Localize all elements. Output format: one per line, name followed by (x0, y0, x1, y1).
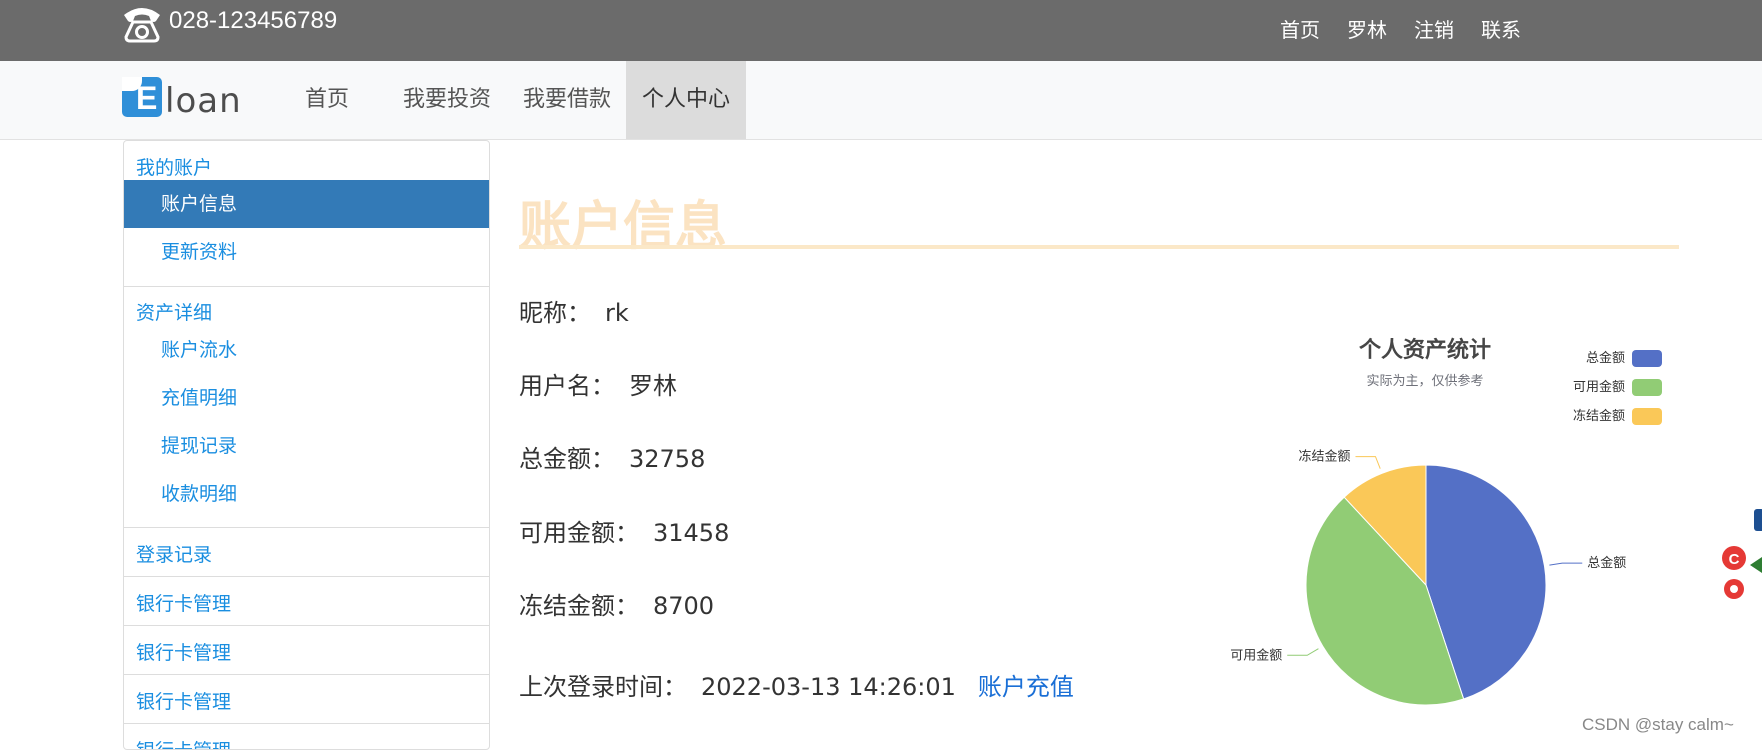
total-label: 总金额： (519, 445, 615, 473)
side-decoration-icon: C (1722, 509, 1762, 599)
svg-text:C: C (1729, 551, 1740, 568)
last-login-value: 2022-03-13 14:26:01 (701, 673, 956, 701)
sidebar-item-bank-card[interactable]: 银行卡管理 (124, 580, 489, 628)
nav-home[interactable]: 首页 (297, 61, 357, 139)
legend-label: 冻结金额 (1573, 408, 1625, 424)
legend-label: 可用金额 (1573, 379, 1625, 395)
available-value: 31458 (653, 519, 730, 547)
top-link-user[interactable]: 罗林 (1347, 14, 1387, 43)
top-links: 首页 罗林 注销 联系 (1280, 14, 1548, 43)
pie-label-line (1355, 456, 1381, 469)
sidebar-item-recharge-detail[interactable]: 充值明细 (124, 374, 489, 422)
top-link-logout[interactable]: 注销 (1414, 14, 1454, 43)
info-username: 用户名： 罗林 (519, 366, 677, 401)
legend-label: 总金额 (1586, 350, 1625, 366)
sidebar-divider (124, 625, 489, 626)
sidebar-item-account-flow[interactable]: 账户流水 (124, 326, 489, 374)
phone-number: 028-123456789 (169, 7, 338, 34)
sidebar-item-login-record[interactable]: 登录记录 (124, 531, 489, 579)
legend-swatch[interactable] (1632, 408, 1662, 425)
sidebar-item-receipt-detail[interactable]: 收款明细 (124, 470, 489, 518)
title-underline (519, 245, 1679, 249)
sidebar: 我的账户 账户信息 更新资料 资产详细 账户流水 充值明细 提现记录 收款明细 … (123, 140, 490, 750)
info-nickname: 昵称： rk (519, 293, 629, 328)
chart-subtitle: 实际为主，仅供参考 (1366, 373, 1483, 389)
username-value: 罗林 (629, 372, 677, 400)
nickname-value: rk (605, 299, 629, 327)
pie-slice-label: 冻结金额 (1298, 449, 1350, 465)
chart-title: 个人资产统计 (1359, 337, 1491, 363)
sidebar-divider (124, 286, 489, 287)
last-login-label: 上次登录时间： (519, 673, 687, 701)
pie-slice-label: 可用金额 (1230, 647, 1282, 663)
main-navbar: E loan 首页 我要投资 我要借款 个人中心 (0, 61, 1762, 140)
top-link-contact[interactable]: 联系 (1481, 14, 1521, 43)
nav-personal-center[interactable]: 个人中心 (626, 61, 746, 139)
frozen-value: 8700 (653, 592, 715, 620)
chart-legend: 总金额可用金额冻结金额 (1573, 350, 1662, 425)
phone-icon (124, 8, 160, 43)
sidebar-item-bank-card[interactable]: 银行卡管理 (124, 678, 489, 726)
sidebar-item-bank-card[interactable]: 银行卡管理 (124, 727, 489, 749)
sidebar-divider (124, 576, 489, 577)
csdn-watermark: CSDN @stay calm~ (1582, 715, 1734, 734)
sidebar-item-update-profile[interactable]: 更新资料 (124, 228, 489, 276)
sidebar-head-assets[interactable]: 资产详细 (136, 298, 212, 325)
pie-label-line (1549, 562, 1583, 566)
recharge-link[interactable]: 账户充值 (978, 673, 1074, 701)
legend-swatch[interactable] (1632, 379, 1662, 396)
nav-invest[interactable]: 我要投资 (400, 61, 494, 139)
available-label: 可用金额： (519, 519, 639, 547)
sidebar-divider (124, 723, 489, 724)
nickname-label: 昵称： (519, 299, 591, 327)
pie-slice-label: 总金额 (1587, 555, 1626, 571)
top-link-home[interactable]: 首页 (1280, 14, 1320, 43)
sidebar-item-withdraw-record[interactable]: 提现记录 (124, 422, 489, 470)
info-total: 总金额： 32758 (519, 439, 705, 474)
sidebar-divider (124, 674, 489, 675)
info-last-login: 上次登录时间： 2022-03-13 14:26:01 账户充值 (519, 667, 1074, 702)
sidebar-head-my-account[interactable]: 我的账户 (136, 153, 212, 180)
nav-borrow[interactable]: 我要借款 (520, 61, 614, 139)
info-available: 可用金额： 31458 (519, 513, 729, 548)
sidebar-item-account-info[interactable]: 账户信息 (124, 180, 489, 228)
sidebar-item-bank-card[interactable]: 银行卡管理 (124, 629, 489, 677)
username-label: 用户名： (519, 372, 615, 400)
pie-label-line (1287, 648, 1319, 656)
pie-slices (1305, 464, 1547, 706)
info-frozen: 冻结金额： 8700 (519, 586, 714, 621)
logo-letter: E (136, 80, 158, 116)
frozen-label: 冻结金额： (519, 592, 639, 620)
eloan-logo[interactable]: E loan (122, 77, 247, 121)
total-value: 32758 (629, 445, 706, 473)
asset-pie-chart: 个人资产统计 实际为主，仅供参考 总金额可用金额冻结金额 总金额可用金额冻结金额 (1230, 337, 1662, 706)
legend-swatch[interactable] (1632, 350, 1662, 367)
top-bar: 028-123456789 首页 罗林 注销 联系 (0, 0, 1762, 61)
logo-text: loan (165, 81, 242, 121)
sidebar-divider (124, 527, 489, 528)
